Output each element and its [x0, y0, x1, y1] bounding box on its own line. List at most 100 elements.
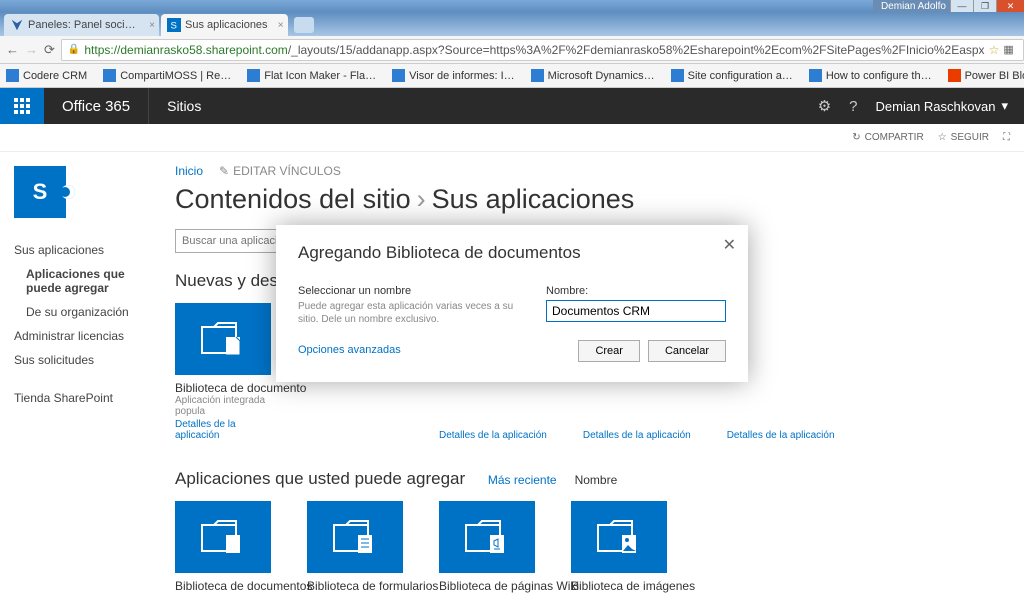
- maximize-button[interactable]: ❐: [973, 0, 996, 12]
- user-name: Demian Raschkovan: [876, 99, 996, 114]
- create-button[interactable]: Crear: [578, 340, 640, 362]
- app-title: Biblioteca de imágenes: [571, 579, 667, 593]
- tab-label: Paneles: Panel social de a…: [28, 19, 139, 31]
- tab-label: Sus aplicaciones: [185, 19, 268, 31]
- app-title: Biblioteca de formularios: [307, 579, 403, 593]
- filter-name[interactable]: Nombre: [575, 473, 618, 487]
- app-tile-imglib[interactable]: Biblioteca de imágenes: [571, 501, 667, 593]
- new-tab-button[interactable]: [294, 17, 314, 33]
- modal-title: Agregando Biblioteca de documentos: [298, 243, 726, 263]
- nav-item-store[interactable]: Tienda SharePoint: [14, 386, 155, 410]
- app-details-link[interactable]: Detalles de la aplicación: [727, 430, 835, 441]
- minimize-button[interactable]: —: [950, 0, 973, 12]
- browser-tab-1[interactable]: S Sus aplicaciones ×: [161, 14, 288, 36]
- ext-icon[interactable]: ▦: [1003, 43, 1017, 56]
- formlib-icon: [307, 501, 403, 573]
- url-host: https://demianrasko58.sharepoint.com: [84, 43, 287, 57]
- bookmark-icon: [809, 69, 822, 82]
- bookmark-item[interactable]: Microsoft Dynamics…: [531, 69, 655, 82]
- help-icon[interactable]: ?: [849, 98, 857, 115]
- edit-links-button[interactable]: ✎EDITAR VÍNCULOS: [219, 164, 341, 178]
- filter-recent[interactable]: Más reciente: [488, 473, 557, 487]
- suite-bar: Office 365 Sitios ⚙ ? Demian Raschkovan …: [0, 88, 1024, 124]
- app-details-link[interactable]: Detalles de la aplicación: [439, 430, 547, 441]
- lock-icon: 🔒: [68, 44, 80, 55]
- name-input[interactable]: [546, 300, 726, 322]
- back-button[interactable]: ←: [6, 42, 19, 58]
- forward-button[interactable]: →: [25, 42, 38, 58]
- left-nav: Sus aplicaciones Aplicaciones que puede …: [0, 152, 155, 546]
- bookmark-item[interactable]: Site configuration a…: [671, 69, 793, 82]
- section-canadd-title: Aplicaciones que usted puede agregar Más…: [175, 469, 1004, 489]
- bookmark-icon: [531, 69, 544, 82]
- nav-item-org[interactable]: De su organización: [14, 300, 155, 324]
- imglib-icon: [571, 501, 667, 573]
- browser-tab-0[interactable]: Paneles: Panel social de a… ×: [4, 14, 159, 36]
- bookmark-icon: [103, 69, 116, 82]
- suite-brand[interactable]: Office 365: [44, 88, 149, 124]
- app-subtitle: Aplicación integrada popula: [175, 395, 271, 417]
- bookmark-icon: [948, 69, 961, 82]
- focus-button[interactable]: ⛶: [1003, 132, 1010, 143]
- advanced-options-link[interactable]: Opciones avanzadas: [298, 344, 401, 356]
- window-controls: — ❐ ✕: [950, 0, 1024, 12]
- app-launcher-button[interactable]: [0, 88, 44, 124]
- tab-close-icon[interactable]: ×: [149, 20, 155, 31]
- breadcrumb-inicio[interactable]: Inicio: [175, 164, 203, 178]
- browser-tabs: Paneles: Panel social de a… × S Sus apli…: [0, 12, 1024, 36]
- nav-item-canadd[interactable]: Aplicaciones que puede agregar: [14, 262, 155, 300]
- bookmark-icon: [247, 69, 260, 82]
- reload-button[interactable]: ⟳: [44, 42, 55, 58]
- app-tile-formlib[interactable]: Biblioteca de formularios: [307, 501, 403, 593]
- bookmark-icon: [6, 69, 19, 82]
- nav-item-requests[interactable]: Sus solicitudes: [14, 348, 155, 372]
- url-path: /_layouts/15/addanapp.aspx?Source=https%…: [288, 43, 985, 57]
- bookmark-star-icon[interactable]: ☆: [989, 43, 1000, 57]
- bookmark-icon: [392, 69, 405, 82]
- focus-icon: ⛶: [1003, 132, 1010, 143]
- wikilib-icon: [439, 501, 535, 573]
- browser-toolbar: ← → ⟳ 🔒 https://demianrasko58.sharepoint…: [0, 36, 1024, 64]
- doclib-icon: [175, 303, 271, 375]
- user-menu[interactable]: Demian Raschkovan ▾: [876, 98, 1008, 114]
- bookmark-item[interactable]: Flat Icon Maker - Fla…: [247, 69, 376, 82]
- nav-item-licenses[interactable]: Administrar licencias: [14, 324, 155, 348]
- doclib-icon: [175, 501, 271, 573]
- bookmark-item[interactable]: How to configure th…: [809, 69, 932, 82]
- bookmark-item[interactable]: Codere CRM: [6, 69, 87, 82]
- sharepoint-logo[interactable]: [14, 166, 66, 218]
- app-tile-wikilib[interactable]: Biblioteca de páginas Wiki: [439, 501, 535, 593]
- select-name-label: Seleccionar un nombre: [298, 285, 518, 297]
- app-details-link[interactable]: Detalles de la aplicación: [583, 430, 691, 441]
- app-tile[interactable]: Biblioteca de documento Aplicación integ…: [175, 303, 271, 441]
- tab-close-icon[interactable]: ×: [278, 20, 284, 31]
- bookmarks-bar: Codere CRM CompartiMOSS | Re… Flat Icon …: [0, 64, 1024, 88]
- settings-gear-icon[interactable]: ⚙: [818, 97, 831, 115]
- nav-item-apps[interactable]: Sus aplicaciones: [14, 238, 155, 262]
- share-button[interactable]: ↻COMPARTIR: [852, 132, 923, 143]
- sharepoint-icon: S: [167, 18, 181, 32]
- star-icon: ☆: [938, 132, 947, 143]
- app-title: Biblioteca de documentos: [175, 579, 271, 593]
- page-title: Contenidos del sitio›Sus aplicaciones: [175, 184, 1004, 215]
- chevron-down-icon: ▾: [1001, 98, 1008, 114]
- select-name-help: Puede agregar esta aplicación varias vec…: [298, 300, 518, 326]
- bookmark-item[interactable]: Visor de informes: I…: [392, 69, 515, 82]
- chrome-user-badge[interactable]: Demian Adolfo: [873, 0, 954, 13]
- bookmark-icon: [671, 69, 684, 82]
- modal-close-button[interactable]: ✕: [723, 235, 736, 255]
- add-app-modal: ✕ Agregando Biblioteca de documentos Sel…: [276, 225, 748, 382]
- svg-text:S: S: [171, 21, 177, 32]
- close-button[interactable]: ✕: [996, 0, 1024, 12]
- bookmark-item[interactable]: CompartiMOSS | Re…: [103, 69, 231, 82]
- cancel-button[interactable]: Cancelar: [648, 340, 726, 362]
- page-commands: ↻COMPARTIR ☆SEGUIR ⛶: [0, 124, 1024, 152]
- address-bar[interactable]: 🔒 https://demianrasko58.sharepoint.com /…: [61, 39, 1024, 61]
- follow-button[interactable]: ☆SEGUIR: [938, 132, 989, 143]
- canadd-grid: Biblioteca de documentos Biblioteca de f…: [175, 501, 1004, 593]
- suite-site-link[interactable]: Sitios: [149, 98, 219, 114]
- app-details-link[interactable]: Detalles de la aplicación: [175, 419, 271, 441]
- app-tile-doclib[interactable]: Biblioteca de documentos: [175, 501, 271, 593]
- bookmark-item[interactable]: Power BI Blog | Pow…: [948, 69, 1024, 82]
- window-titlebar: Demian Adolfo — ❐ ✕: [0, 0, 1024, 12]
